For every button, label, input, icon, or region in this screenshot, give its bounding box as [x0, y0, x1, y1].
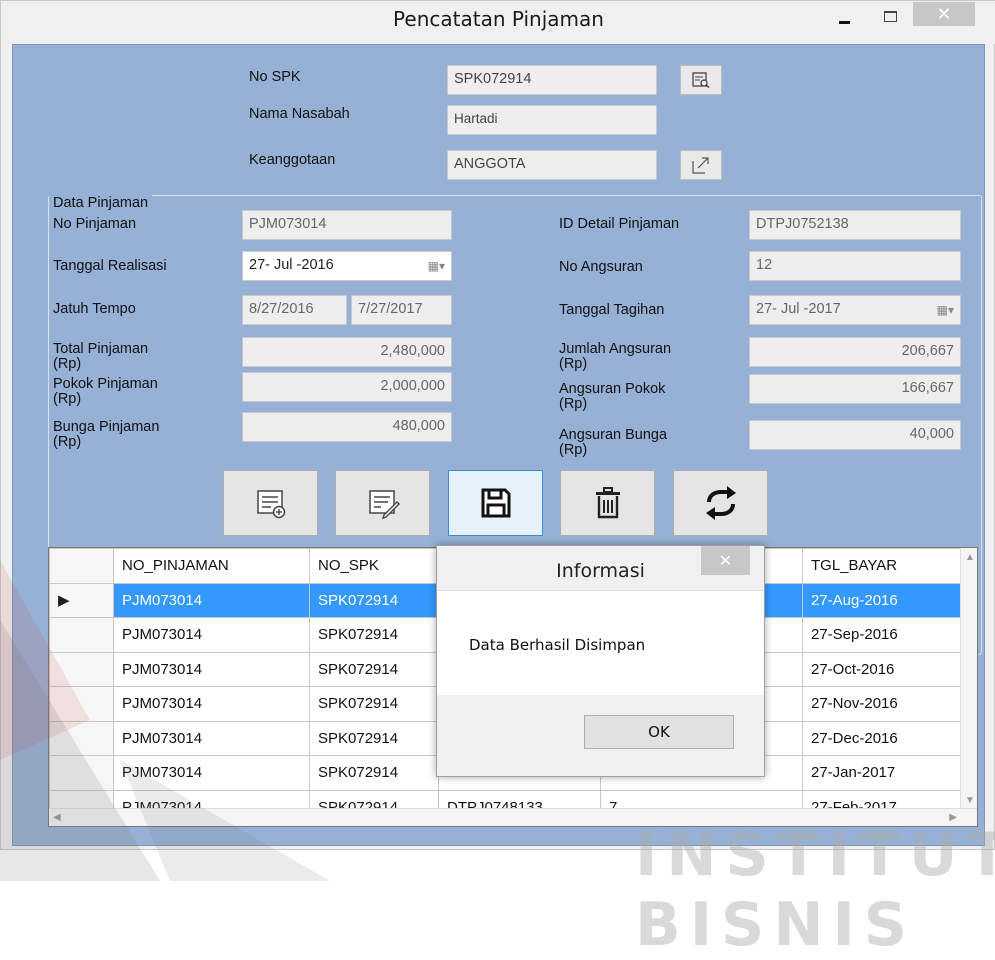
angsuran-pokok-label: Angsuran Pokok (Rp) — [559, 381, 666, 412]
angsuran-pokok-field[interactable]: 166,667 — [749, 374, 961, 404]
nama-nasabah-label: Nama Nasabah — [249, 106, 350, 122]
cell-tgl-bayar[interactable]: 27-Sep-2016 — [802, 617, 963, 653]
search-spk-button[interactable] — [680, 65, 722, 95]
close-icon: ✕ — [718, 552, 733, 570]
calendar-dropdown-icon: ▦▾ — [427, 259, 445, 273]
total-pinjaman-label: Total Pinjaman (Rp) — [53, 341, 149, 372]
floppy-save-icon — [481, 488, 510, 518]
column-header-tgl-bayar[interactable]: TGL_BAYAR — [802, 548, 963, 584]
tgl-realisasi-value: 27- Jul -2016 — [249, 257, 334, 273]
scroll-up-icon[interactable]: ▲ — [965, 552, 975, 563]
tgl-tagihan-label: Tanggal Tagihan — [559, 302, 665, 318]
bunga-pinjaman-field[interactable]: 480,000 — [242, 412, 452, 442]
no-spk-field[interactable]: SPK072914 — [447, 65, 657, 95]
cell-tgl-bayar[interactable]: 27-Nov-2016 — [802, 686, 963, 722]
refresh-arrows-icon — [705, 486, 736, 520]
open-keanggotaan-button[interactable] — [680, 150, 722, 180]
info-dialog: Informasi ✕ Data Berhasil Disimpan OK — [436, 545, 765, 777]
pokok-pinjaman-label: Pokok Pinjaman (Rp) — [53, 376, 158, 407]
minimize-button[interactable] — [821, 1, 867, 31]
data-pinjaman-legend: Data Pinjaman — [49, 195, 153, 211]
cell-tgl-bayar[interactable]: 27-Aug-2016 — [802, 582, 963, 618]
delete-button[interactable] — [560, 470, 655, 536]
external-link-icon — [692, 157, 709, 174]
tgl-realisasi-picker[interactable]: 27- Jul -2016 ▦▾ — [242, 251, 452, 281]
calendar-dropdown-icon: ▦▾ — [936, 303, 954, 317]
jatuh-tempo-from-field[interactable]: 8/27/2016 — [242, 295, 347, 325]
trash-icon — [595, 487, 620, 519]
cell-tgl-bayar[interactable]: 27-Dec-2016 — [802, 720, 963, 756]
tgl-realisasi-label: Tanggal Realisasi — [53, 258, 167, 274]
dialog-title-bar: Informasi ✕ — [437, 546, 764, 590]
scroll-down-icon[interactable]: ▼ — [965, 795, 975, 806]
id-detail-label: ID Detail Pinjaman — [559, 216, 680, 232]
search-list-icon — [692, 72, 710, 88]
no-spk-label: No SPK — [249, 69, 301, 85]
cell-tgl-bayar[interactable]: 27-Oct-2016 — [802, 651, 963, 687]
total-pinjaman-field[interactable]: 2,480,000 — [242, 337, 452, 367]
add-button[interactable] — [223, 470, 318, 536]
angsuran-bunga-field[interactable]: 40,000 — [749, 420, 961, 450]
cell-tgl-bayar[interactable]: 27-Jan-2017 — [802, 755, 963, 791]
angsuran-bunga-label: Angsuran Bunga (Rp) — [559, 427, 668, 458]
jatuh-tempo-label: Jatuh Tempo — [53, 301, 136, 317]
tgl-tagihan-picker[interactable]: 27- Jul -2017 ▦▾ — [749, 295, 961, 325]
dialog-close-button[interactable]: ✕ — [701, 546, 750, 575]
ok-button[interactable]: OK — [584, 715, 734, 749]
minimize-icon — [838, 20, 850, 24]
watermark-text: INSTITUT BISNIS — [635, 820, 995, 960]
keanggotaan-field[interactable]: ANGGOTA — [447, 150, 657, 180]
nama-nasabah-field[interactable]: Hartadi — [447, 105, 657, 135]
jatuh-tempo-to-field[interactable]: 7/27/2017 — [351, 295, 452, 325]
dialog-footer: OK — [437, 695, 764, 776]
jumlah-angsuran-field[interactable]: 206,667 — [749, 337, 961, 367]
maximize-button[interactable] — [867, 1, 913, 31]
refresh-button[interactable] — [673, 470, 768, 536]
bunga-pinjaman-label: Bunga Pinjaman (Rp) — [53, 419, 160, 450]
title-bar: Pencatatan Pinjaman ✕ — [1, 1, 995, 44]
tgl-tagihan-value: 27- Jul -2017 — [756, 301, 841, 317]
vertical-scrollbar[interactable]: ▲ ▼ — [960, 548, 977, 810]
id-detail-field[interactable]: DTPJ0752138 — [749, 210, 961, 240]
watermark-logo — [0, 560, 330, 881]
keanggotaan-label: Keanggotaan — [249, 152, 336, 168]
edit-button[interactable] — [335, 470, 430, 536]
no-pinjaman-label: No Pinjaman — [53, 216, 137, 232]
no-angsuran-label: No Angsuran — [559, 259, 643, 275]
jumlah-angsuran-label: Jumlah Angsuran (Rp) — [559, 341, 672, 372]
close-button[interactable]: ✕ — [913, 2, 975, 26]
dialog-message: Data Berhasil Disimpan — [469, 636, 646, 654]
pokok-pinjaman-field[interactable]: 2,000,000 — [242, 372, 452, 402]
add-document-icon — [256, 490, 285, 519]
dialog-body: Data Berhasil Disimpan — [437, 590, 764, 695]
maximize-icon — [883, 10, 897, 22]
save-button[interactable] — [448, 470, 543, 536]
edit-document-icon — [368, 490, 400, 520]
close-icon: ✕ — [936, 3, 952, 24]
no-pinjaman-field[interactable]: PJM073014 — [242, 210, 452, 240]
no-angsuran-field[interactable]: 12 — [749, 251, 961, 281]
